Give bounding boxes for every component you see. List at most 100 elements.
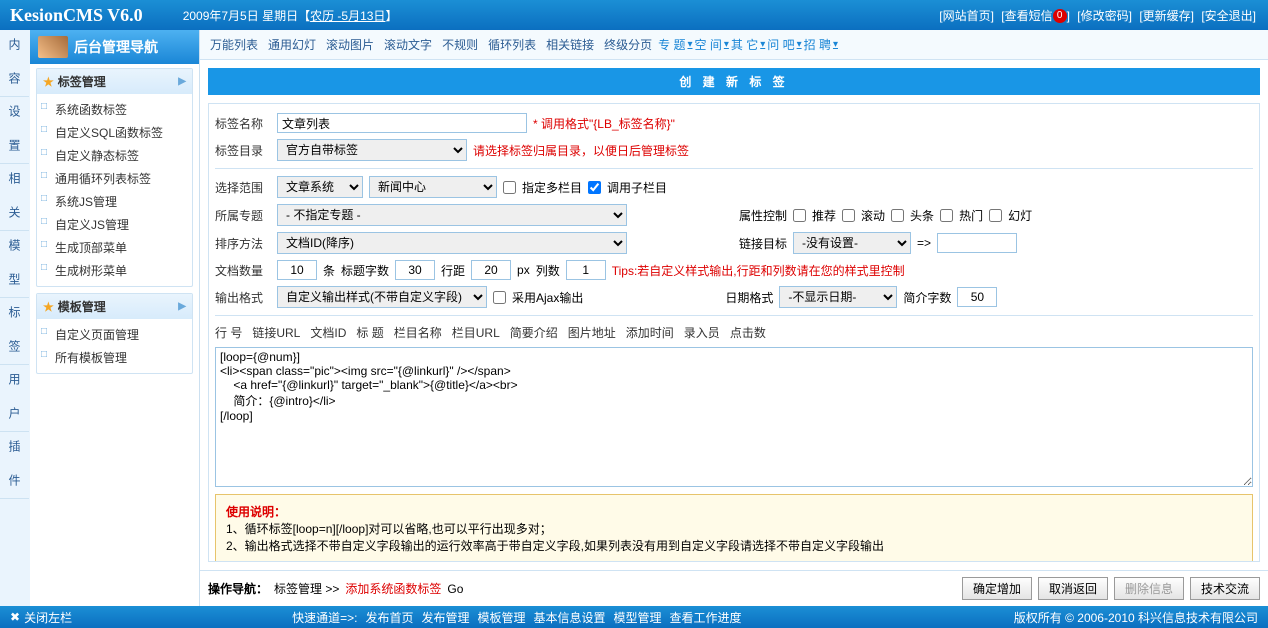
- label-sort: 排序方法: [215, 235, 271, 252]
- chk-headline[interactable]: [891, 209, 904, 222]
- quick-pubmgr[interactable]: 发布管理: [421, 609, 469, 626]
- usage-line1: 1、循环标签[loop=n][/loop]对可以省略,也可以平行出现多对；: [226, 520, 1242, 537]
- chk-multi-col[interactable]: [503, 181, 516, 194]
- vtab-content[interactable]: 内 容: [0, 30, 29, 97]
- link-logout[interactable]: [安全退出]: [1201, 9, 1256, 23]
- fbtn-title[interactable]: 标 题: [356, 324, 383, 341]
- link-msg[interactable]: [查看短信0]: [1001, 9, 1070, 23]
- quick-progress[interactable]: 查看工作进度: [670, 609, 742, 626]
- vtab-label[interactable]: 标 签: [0, 298, 29, 365]
- select-dir[interactable]: 官方自带标签: [277, 139, 467, 161]
- tree-item-customjs[interactable]: 自定义JS管理: [37, 213, 192, 236]
- tab-ask[interactable]: 问 吧 ▾: [767, 36, 801, 53]
- select-system[interactable]: 文章系统: [277, 176, 363, 198]
- tree-item-loop[interactable]: 通用循环列表标签: [37, 167, 192, 190]
- fbtn-colname[interactable]: 栏目名称: [394, 324, 442, 341]
- vtab-plugin[interactable]: 插 件: [0, 432, 29, 499]
- close-left-panel[interactable]: ✖关闭左栏: [10, 609, 72, 626]
- select-sort[interactable]: 文档ID(降序): [277, 232, 627, 254]
- vtab-model[interactable]: 模 型: [0, 231, 29, 298]
- label-attr: 属性控制: [739, 207, 787, 224]
- select-topic[interactable]: - 不指定专题 -: [277, 204, 627, 226]
- chk-hot[interactable]: [940, 209, 953, 222]
- link-pwd[interactable]: [修改密码]: [1077, 9, 1132, 23]
- hint-count: Tips:若自定义样式输出,行距和列数请在您的样式里控制: [612, 262, 905, 279]
- select-output[interactable]: 自定义输出样式(不带自定义字段): [277, 286, 487, 308]
- label-topic: 所属专题: [215, 207, 271, 224]
- usage-line2: 2、输出格式选择不带自定义字段输出的运行效率高于带自定义字段,如果列表没有用到自…: [226, 537, 1242, 554]
- select-dateformat[interactable]: -不显示日期-: [779, 286, 897, 308]
- tab-univ-list[interactable]: 万能列表: [206, 34, 262, 55]
- input-linktarget[interactable]: [937, 233, 1017, 253]
- chk-ajax[interactable]: [493, 291, 506, 304]
- label-dir: 标签目录: [215, 142, 271, 159]
- label-count: 文档数量: [215, 262, 271, 279]
- tab-scrolltxt[interactable]: 滚动文字: [380, 34, 436, 55]
- tree-group-label[interactable]: ★标签管理▶: [37, 69, 192, 94]
- fbtn-rowno[interactable]: 行 号: [215, 324, 242, 341]
- quick-tplmgr[interactable]: 模板管理: [477, 609, 525, 626]
- btn-submit[interactable]: 确定增加: [962, 577, 1032, 600]
- input-label-name[interactable]: [277, 113, 527, 133]
- tree-item-sysjs[interactable]: 系统JS管理: [37, 190, 192, 213]
- usage-title: 使用说明：: [226, 503, 1242, 520]
- tab-special[interactable]: 专 题 ▾: [658, 36, 692, 53]
- select-linktarget[interactable]: -没有设置-: [793, 232, 911, 254]
- chk-recommend[interactable]: [793, 209, 806, 222]
- tree-item-treemenu[interactable]: 生成树形菜单: [37, 259, 192, 282]
- chk-scroll[interactable]: [842, 209, 855, 222]
- footer-bar: ✖关闭左栏 快速通道=>: 发布首页 发布管理 模板管理 基本信息设置 模型管理…: [0, 606, 1268, 628]
- tab-other[interactable]: 其 它 ▾: [731, 36, 765, 53]
- copyright: 版权所有 © 2006-2010 科兴信息技术有限公司: [1014, 609, 1258, 626]
- lunar-date-link[interactable]: 农历 -5月13日: [310, 9, 385, 23]
- tab-paging[interactable]: 终级分页: [600, 34, 656, 55]
- tree-item-custompage[interactable]: 自定义页面管理: [37, 323, 192, 346]
- input-count[interactable]: [277, 260, 317, 280]
- link-home[interactable]: [网站首页]: [939, 9, 994, 23]
- input-lineheight[interactable]: [471, 260, 511, 280]
- select-channel[interactable]: 新闻中心: [369, 176, 497, 198]
- quick-modelmgr[interactable]: 模型管理: [614, 609, 662, 626]
- vtab-related[interactable]: 相 关: [0, 164, 29, 231]
- fbtn-intro[interactable]: 简要介绍: [510, 324, 558, 341]
- main-panel: 万能列表 通用幻灯 滚动图片 滚动文字 不规则 循环列表 相关链接 终级分页 专…: [200, 30, 1268, 606]
- fbtn-docid[interactable]: 文档ID: [310, 324, 346, 341]
- app-logo: KesionCMS V6.0: [10, 5, 143, 26]
- fbtn-hits[interactable]: 点击数: [730, 324, 766, 341]
- tab-slide[interactable]: 通用幻灯: [264, 34, 320, 55]
- chevron-right-icon: ▶: [178, 301, 186, 312]
- template-code[interactable]: [loop={@num}] <li><span class="pic"><img…: [215, 347, 1253, 487]
- input-introlen[interactable]: [957, 287, 997, 307]
- fbtn-imgurl[interactable]: 图片地址: [568, 324, 616, 341]
- tree-item-static[interactable]: 自定义静态标签: [37, 144, 192, 167]
- usage-box: 使用说明： 1、循环标签[loop=n][/loop]对可以省略,也可以平行出现…: [215, 494, 1253, 562]
- tree-item-sysfunc[interactable]: 系统函数标签: [37, 98, 192, 121]
- tree-item-topmenu[interactable]: 生成顶部菜单: [37, 236, 192, 259]
- chk-slide[interactable]: [989, 209, 1002, 222]
- fbtn-addtime[interactable]: 添加时间: [626, 324, 674, 341]
- input-cols[interactable]: [566, 260, 606, 280]
- quick-pubhome[interactable]: 发布首页: [365, 609, 413, 626]
- tab-scrollimg[interactable]: 滚动图片: [322, 34, 378, 55]
- tab-looplist[interactable]: 循环列表: [484, 34, 540, 55]
- tree-item-sqlfunc[interactable]: 自定义SQL函数标签: [37, 121, 192, 144]
- chk-sub-col[interactable]: [588, 181, 601, 194]
- link-refresh[interactable]: [更新缓存]: [1139, 9, 1194, 23]
- fbtn-linkurl[interactable]: 链接URL: [252, 324, 300, 341]
- tree-group-template[interactable]: ★模板管理▶: [37, 294, 192, 319]
- fbtn-inputer[interactable]: 录入员: [684, 324, 720, 341]
- quick-baseinfo[interactable]: 基本信息设置: [533, 609, 605, 626]
- input-titlelen[interactable]: [395, 260, 435, 280]
- tab-job[interactable]: 招 聘 ▾: [804, 36, 838, 53]
- tab-space[interactable]: 空 间 ▾: [695, 36, 729, 53]
- btn-delete[interactable]: 删除信息: [1114, 577, 1184, 600]
- vtab-user[interactable]: 用 户: [0, 365, 29, 432]
- vtab-settings[interactable]: 设 置: [0, 97, 29, 164]
- tree-item-alltpl[interactable]: 所有模板管理: [37, 346, 192, 369]
- btn-cancel[interactable]: 取消返回: [1038, 577, 1108, 600]
- fbtn-colurl[interactable]: 栏目URL: [452, 324, 500, 341]
- tab-related[interactable]: 相关链接: [542, 34, 598, 55]
- btn-tech[interactable]: 技术交流: [1190, 577, 1260, 600]
- opnav-link[interactable]: 添加系统函数标签: [345, 580, 441, 597]
- tab-irregular[interactable]: 不规则: [438, 34, 482, 55]
